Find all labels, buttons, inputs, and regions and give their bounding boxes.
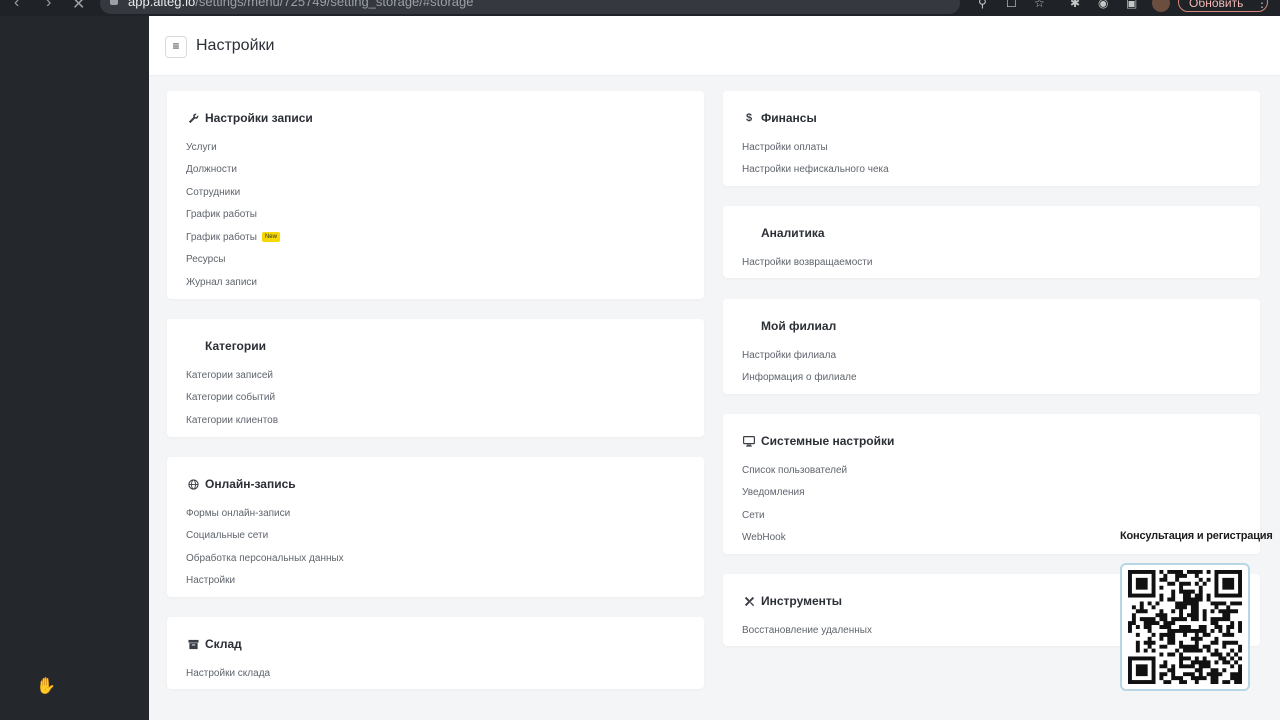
stop-loading-icon[interactable]: ✕ [72,0,85,14]
address-bar[interactable]: app.alteg.io/settings/menu/725749/settin… [100,0,960,14]
card-online-booking: Онлайн-запись Формы онлайн-записи Социал… [167,457,704,597]
card-my-branch: Мой филиал Настройки филиала Информация … [723,299,1260,394]
qr-caption: Консультация и регистрация [1120,530,1273,542]
card-storage: Склад Настройки склада [167,617,704,689]
link-booking-log[interactable]: Журнал записи [186,271,280,294]
link-schedule[interactable]: График работы [186,204,280,227]
link-resources[interactable]: Ресурсы [186,249,280,272]
card-analytics: Аналитика Настройки возвращаемости [723,206,1260,278]
link-event-categories[interactable]: Категории событий [186,387,278,410]
share-icon[interactable]: ☐ [1006,0,1017,10]
link-booking-categories[interactable]: Категории записей [186,364,278,387]
link-notifications[interactable]: Уведомления [742,482,847,505]
card-categories: Категории Категории записей Категории со… [167,319,704,437]
card-title: Мой филиал [761,319,837,333]
link-label: График работы [186,231,257,243]
card-finance: $ Финансы Настройки оплаты Настройки неф… [723,91,1260,186]
extension-icon[interactable]: ◉ [1098,0,1108,10]
back-icon[interactable]: ‹ [14,0,19,12]
link-webhook[interactable]: WebHook [742,527,847,550]
search-icon[interactable]: ⚲ [978,0,987,10]
sidebar [0,16,149,720]
link-positions[interactable]: Должности [186,159,280,182]
extensions-icon[interactable]: ✱ [1070,0,1080,10]
page-header: ≡ Настройки [149,16,1280,76]
link-networks[interactable]: Сети [742,504,847,527]
link-schedule-new[interactable]: График работы New [186,226,280,249]
link-personal-data[interactable]: Обработка персональных данных [186,547,344,570]
card-title: Аналитика [761,226,825,240]
card-title: Настройки записи [205,111,313,125]
card-title: Онлайн-запись [205,477,296,491]
categories-icon [186,339,200,353]
link-staff[interactable]: Сотрудники [186,181,280,204]
link-storage-settings[interactable]: Настройки склада [186,662,270,685]
link-client-categories[interactable]: Категории клиентов [186,409,278,432]
link-retention-settings[interactable]: Настройки возвращаемости [742,251,872,274]
new-badge: New [261,232,280,243]
link-branch-settings[interactable]: Настройки филиала [742,344,857,367]
main-content: ≡ Настройки Настройки записи Услуги Долж… [149,16,1280,720]
card-booking-settings: Настройки записи Услуги Должности Сотруд… [167,91,704,299]
link-receipt-settings[interactable]: Настройки нефискального чека [742,159,889,182]
archive-icon [186,637,200,651]
analytics-icon [742,226,756,240]
qr-code-image [1120,563,1250,691]
card-title: Финансы [761,111,817,125]
link-payment-settings[interactable]: Настройки оплаты [742,136,889,159]
sidepanel-icon[interactable]: ▣ [1126,0,1137,10]
profile-avatar[interactable] [1152,0,1170,12]
card-title: Инструменты [761,594,843,608]
lock-icon [110,0,118,5]
link-online-settings[interactable]: Настройки [186,570,344,593]
link-user-list[interactable]: Список пользователей [742,459,847,482]
link-booking-forms[interactable]: Формы онлайн-записи [186,502,344,525]
tools-icon [742,594,756,608]
card-title: Системные настройки [761,434,895,448]
link-branch-info[interactable]: Информация о филиале [742,367,857,390]
menu-toggle-button[interactable]: ≡ [165,36,187,58]
link-services[interactable]: Услуги [186,136,280,159]
monitor-icon [742,434,756,448]
bookmark-icon[interactable]: ☆ [1034,0,1045,10]
mouse-cursor-icon: ✋ [36,678,56,695]
more-icon[interactable]: ⋮ [1256,0,1268,10]
link-restore-deleted[interactable]: Восстановление удаленных [742,619,872,642]
forward-icon[interactable]: › [46,0,51,12]
wrench-icon [186,111,200,125]
dollar-icon: $ [745,112,753,124]
address-text: app.alteg.io/settings/menu/725749/settin… [128,0,474,9]
card-title: Склад [205,637,242,651]
link-social-networks[interactable]: Социальные сети [186,525,344,548]
page-title: Настройки [196,37,275,54]
qr-code-icon [1128,570,1242,684]
globe-icon [186,477,200,491]
branch-icon [742,319,756,333]
update-button[interactable]: Обновить [1178,0,1268,12]
card-title: Категории [205,339,266,353]
browser-toolbar: ‹ › ✕ app.alteg.io/settings/menu/725749/… [0,0,1280,16]
